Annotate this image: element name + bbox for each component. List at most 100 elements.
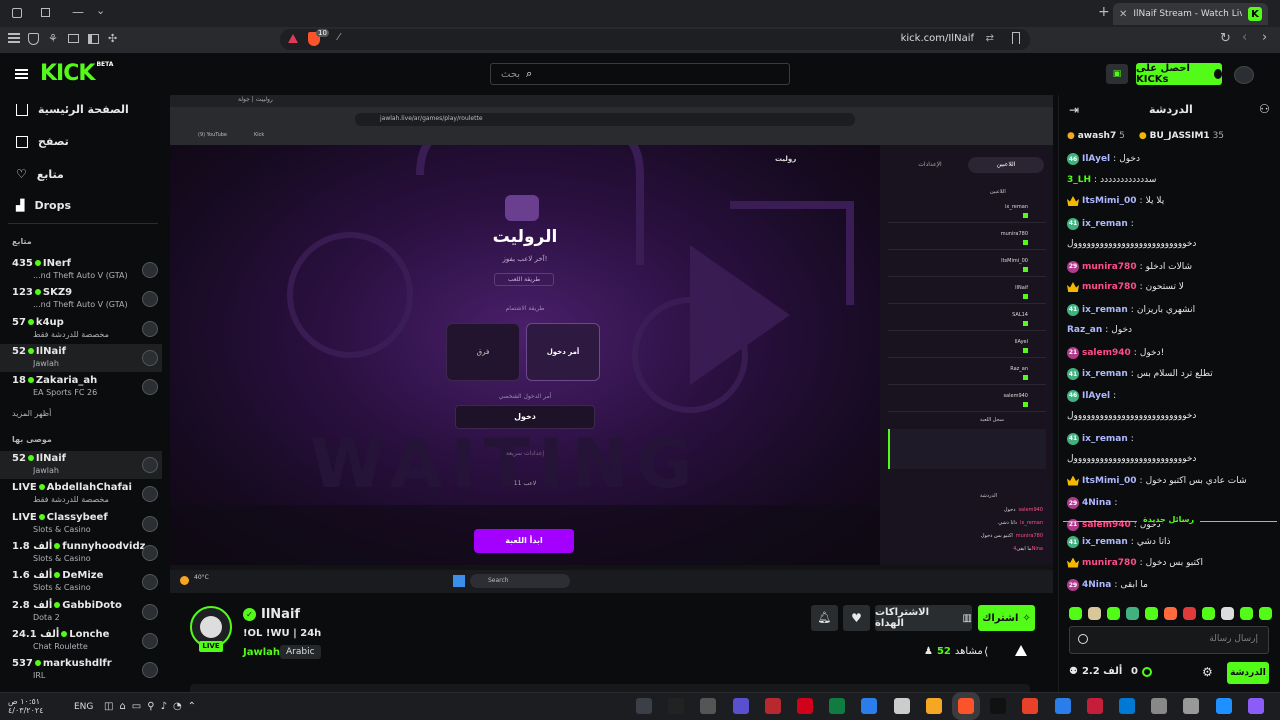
chat-message[interactable]: 46 IlAyel: دخول (1067, 153, 1140, 165)
window-icon[interactable] (12, 8, 22, 18)
user-avatar[interactable] (1234, 66, 1254, 84)
chat-username[interactable]: IlAyel (1082, 154, 1110, 164)
chevron-down-icon[interactable]: ⌄ (96, 4, 105, 17)
taskbar-app-icon[interactable] (1054, 698, 1071, 714)
chat-username[interactable]: 4Nina (1082, 498, 1111, 508)
tab-actions-icon[interactable] (41, 8, 50, 17)
chat-message[interactable]: ItsMimi_00: يلا يلا (1067, 196, 1164, 206)
emote-icon[interactable] (1126, 607, 1139, 620)
new-tab-icon[interactable]: + (1098, 4, 1110, 20)
chat-message[interactable]: 29 munira780: شالات ادخلو (1067, 260, 1192, 273)
taskbar-app-icon[interactable] (893, 698, 910, 714)
clock[interactable]: ١٠:٥١ ص ٤/٠٣/٢٠٢٤ (8, 697, 43, 715)
channel-item[interactable]: 2.8 ألف GabbiDoto Dota 2 (0, 598, 162, 626)
nav-following[interactable]: ♡ متابع (16, 167, 64, 181)
share-icon[interactable]: ⟨ (984, 645, 988, 658)
emote-icon[interactable] (1145, 607, 1158, 620)
hamburger-icon[interactable] (15, 69, 28, 79)
emote-icon[interactable] (1107, 607, 1120, 620)
emote-icon[interactable] (1183, 607, 1196, 620)
chat-username[interactable]: salem940 (1082, 348, 1131, 358)
stream-category[interactable]: Jawlah (243, 647, 280, 658)
taskbar-app-icon[interactable] (732, 698, 749, 714)
brave-warning-icon[interactable] (288, 34, 298, 43)
chat-message[interactable]: 41 ix_reman: (1067, 432, 1137, 445)
chat-message[interactable]: 29 4Nina: (1067, 497, 1120, 509)
emote-bar[interactable] (1069, 607, 1273, 621)
gift-subs-button[interactable]: الاشتراكات الهداة ▥ (875, 605, 972, 631)
chat-message[interactable]: 41 ix_reman: انشهري باريزان (1067, 303, 1195, 316)
chat-send-button[interactable]: الدردشة (1227, 662, 1269, 684)
channel-item[interactable]: LIVE Classybeef Slots & Casino (0, 510, 162, 538)
taskbar-app-icon[interactable] (700, 698, 717, 714)
emote-icon[interactable] (1240, 607, 1253, 620)
get-kicks-button[interactable]: احصل على KICKs (1136, 63, 1222, 85)
rewards-icon[interactable]: ⚘ (48, 32, 58, 45)
tray-icons[interactable]: ◫⌂▭⚲♪◔⌃ (104, 701, 202, 712)
channel-item[interactable]: 1.6 ألف DeMize Slots & Casino (0, 568, 162, 596)
chat-username[interactable]: IlAyel (1082, 391, 1110, 401)
chat-message[interactable]: 46 IlAyel: (1067, 389, 1119, 402)
chat-message[interactable]: munira780: لا تستحون (1067, 282, 1184, 292)
close-tab-icon[interactable]: ✕ (1119, 9, 1127, 20)
chat-input[interactable]: إرسال رسالة (1069, 626, 1269, 654)
chat-message[interactable]: دخوووووووووووووووووووووووووول (1067, 239, 1196, 249)
kicks-balance[interactable]: 0 (1131, 666, 1152, 677)
wallet-icon[interactable] (68, 34, 79, 43)
channel-item[interactable]: 1.8 ألف funnyhoodvidz Slots & Casino (0, 539, 162, 567)
leader-1[interactable]: ● awash7 5 (1067, 131, 1125, 141)
reload-icon[interactable]: ↻ (1220, 31, 1231, 46)
emote-icon[interactable] (1088, 607, 1101, 620)
address-bar[interactable]: 10 ⁄ kick.com/IlNaif ⇄ (280, 29, 1030, 50)
chat-message[interactable]: دخوووووووووووووووووووووووووول (1067, 454, 1196, 464)
taskbar-app-icon[interactable] (636, 698, 652, 714)
chat-message[interactable]: 41 ix_reman: تطلع ترد السلام بس (1067, 368, 1213, 380)
subscribe-button[interactable]: اشتراك ✧ (978, 605, 1035, 631)
extensions-icon[interactable]: ✣ (108, 32, 117, 45)
show-more-link[interactable]: أظهر المزيد (12, 409, 51, 418)
emote-icon[interactable] (1164, 607, 1177, 620)
chat-message[interactable]: 41 ix_reman: (1067, 217, 1137, 230)
chat-username[interactable]: ix_reman (1082, 434, 1128, 444)
channel-item[interactable]: 24.1 ألف Lonche Chat Roulette (0, 627, 162, 655)
chat-username[interactable]: ItsMimi_00 (1082, 196, 1137, 206)
chat-username[interactable]: ix_reman (1082, 219, 1128, 229)
chat-users-icon[interactable]: ⚇ (1259, 102, 1270, 116)
taskbar-app-icon[interactable] (1151, 698, 1168, 714)
back-icon[interactable]: ‹ (1242, 30, 1247, 45)
bookmark-icon[interactable] (1012, 32, 1020, 44)
taskbar-app-icon[interactable] (1183, 698, 1200, 714)
taskbar-app-icon[interactable] (797, 698, 813, 714)
emote-icon[interactable] (1202, 607, 1215, 620)
language-indicator[interactable]: ENG (74, 702, 93, 712)
chat-message[interactable]: 41 ix_reman: ذاتا دشي (1067, 536, 1171, 548)
chat-message[interactable]: Raz_an: دخول (1067, 325, 1132, 335)
taskbar-app-icon[interactable] (1247, 698, 1264, 714)
channel-item[interactable]: LIVE AbdellahChafai مخصصة للدردشة فقط (0, 480, 162, 508)
kicks-wallet-icon[interactable]: ▣ (1106, 64, 1128, 84)
nav-browse[interactable]: تصفح (16, 135, 69, 148)
search-input[interactable]: ⌕ بحث (490, 63, 790, 85)
forward-icon[interactable]: › (1262, 30, 1267, 45)
menu-icon[interactable] (8, 33, 20, 43)
taskbar-app-icon[interactable] (764, 698, 781, 714)
follow-heart-button[interactable]: ♥ (843, 605, 870, 631)
notification-bell-button[interactable]: 🔔︎ (811, 605, 838, 631)
minimize-icon[interactable]: — (72, 5, 84, 19)
share-off-icon[interactable]: ⁄ (338, 32, 340, 43)
nav-drops[interactable]: ▟ Drops (16, 199, 71, 212)
chat-username[interactable]: munira780 (1082, 558, 1137, 568)
video-player[interactable]: رولييت | جولة jawlah.live/ar/games/play/… (170, 95, 1053, 593)
taskbar-app-icon[interactable] (1086, 698, 1103, 714)
emote-icon[interactable] (1069, 607, 1082, 620)
emote-picker-icon[interactable] (1078, 634, 1088, 644)
taskbar-app-icon[interactable] (1119, 698, 1135, 714)
shield-icon[interactable] (28, 33, 39, 45)
channel-item[interactable]: 18 Zakaria_ah EA Sports FC 26 (0, 373, 162, 401)
channel-item[interactable]: 537 markushdlfr IRL (0, 656, 162, 684)
chat-username[interactable]: ix_reman (1082, 305, 1128, 315)
chat-username[interactable]: ix_reman (1082, 537, 1128, 547)
taskbar-app-icon[interactable] (952, 692, 980, 720)
taskbar-app-icon[interactable] (925, 698, 942, 714)
chat-username[interactable]: 4Nina (1082, 580, 1111, 590)
